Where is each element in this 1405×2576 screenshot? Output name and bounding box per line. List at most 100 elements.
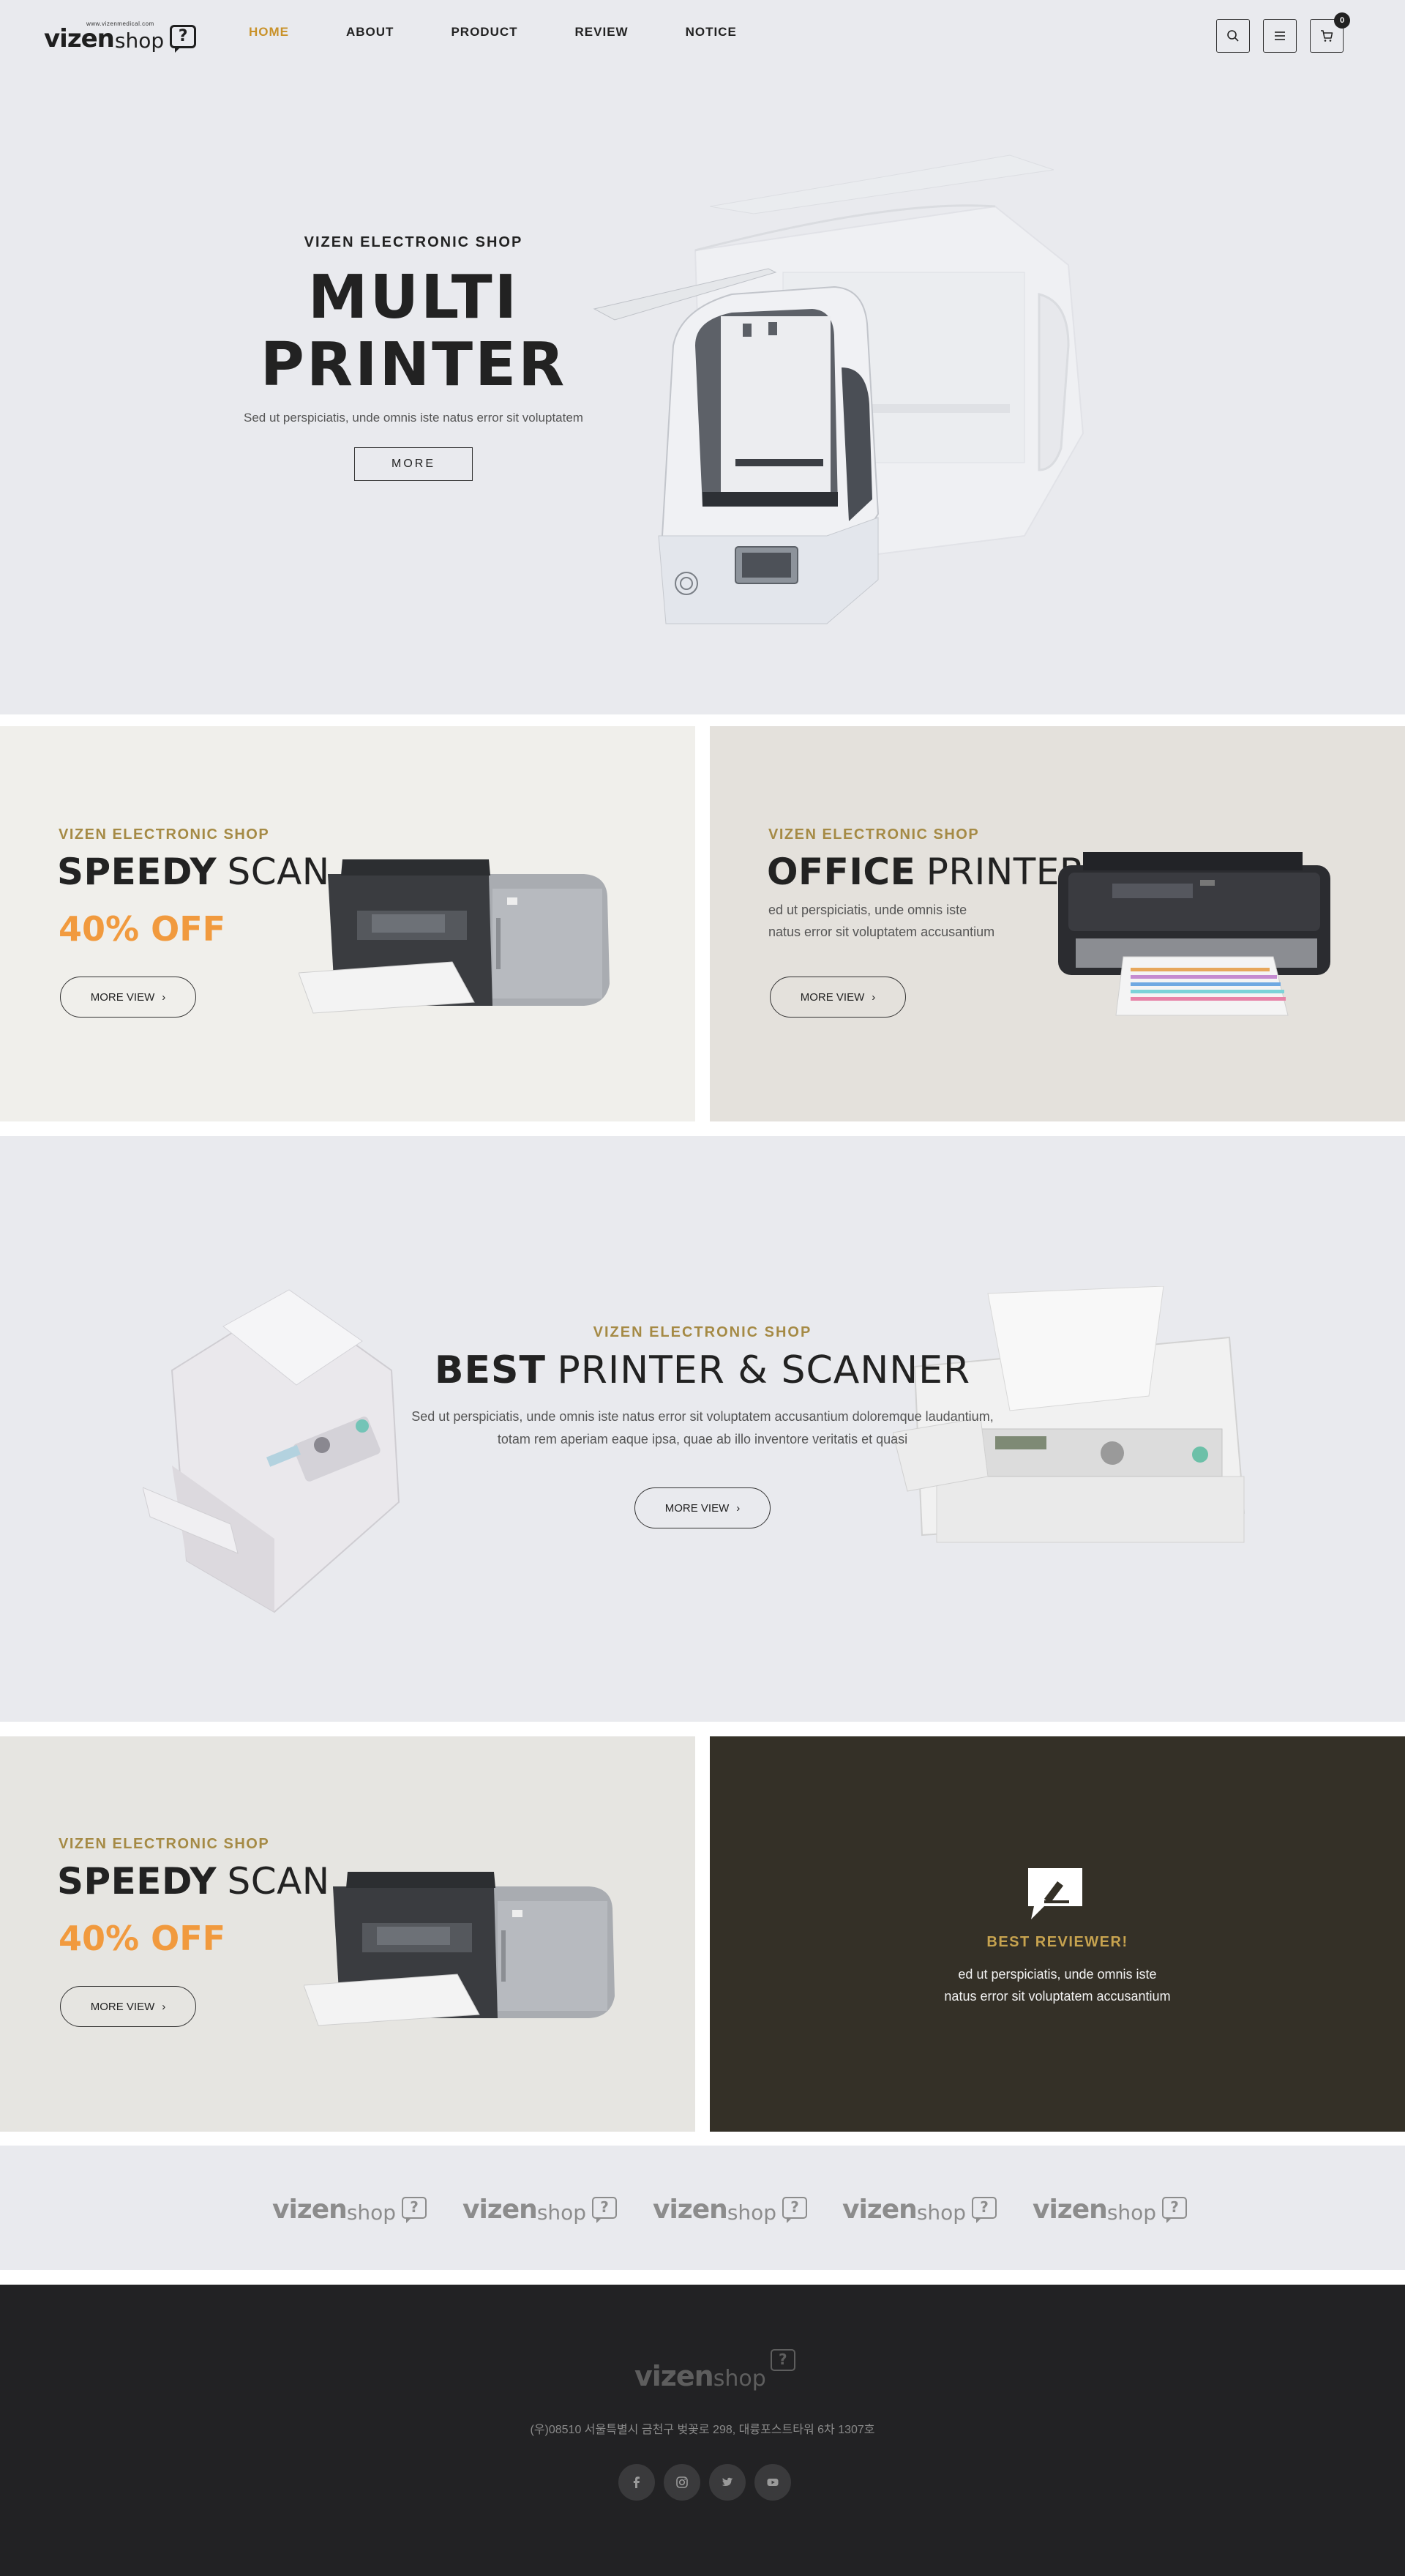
promo-title-bold: SPEEDY <box>57 851 217 893</box>
search-icon <box>1227 30 1239 42</box>
feature-title: BEST PRINTER & SCANNER <box>0 1348 1405 1392</box>
cart-button[interactable]: 0 <box>1310 12 1350 53</box>
twitter-icon <box>722 2477 733 2486</box>
site-header: www.vizenmedical.com vizen shop ? HOME A… <box>0 0 1405 67</box>
brand-wordmark-light: shop <box>536 2200 587 2225</box>
cart-icon <box>1321 30 1333 42</box>
promo-more-view-button[interactable]: MORE VIEW › <box>60 977 196 1018</box>
feature-description-line1: Sed ut perspiciatis, unde omnis iste nat… <box>411 1409 994 1424</box>
footer-logo[interactable]: vizen shop ? <box>634 2349 795 2392</box>
question-bubble-icon: ? <box>782 2197 808 2223</box>
search-button[interactable] <box>1216 19 1250 53</box>
hero-text-block: VIZEN ELECTRONIC SHOP MULTI PRINTER Sed … <box>220 234 607 481</box>
button-label: MORE VIEW <box>664 1501 730 1515</box>
reviewer-title: BEST REVIEWER! <box>986 1934 1128 1950</box>
brand-logo[interactable]: vizen shop? <box>272 2194 427 2223</box>
feature-description-line2: totam rem aperiam eaque ipsa, quae ab il… <box>497 1432 908 1446</box>
hero-section: VIZEN ELECTRONIC SHOP MULTI PRINTER Sed … <box>0 67 1405 714</box>
hero-title-line1: MULTI <box>307 263 520 332</box>
laser-printer-image <box>304 1872 615 2026</box>
facebook-icon <box>633 2476 640 2488</box>
nav-item-about[interactable]: ABOUT <box>346 25 394 40</box>
promo-more-view-button[interactable]: MORE VIEW › <box>770 977 906 1018</box>
brand-logo[interactable]: vizen shop? <box>1033 2194 1188 2225</box>
feature-title-bold: BEST <box>434 1348 546 1392</box>
nav-item-review[interactable]: REVIEW <box>575 25 629 40</box>
twitter-link[interactable] <box>709 2464 746 2501</box>
hero-description: Sed ut perspiciatis, unde omnis iste nat… <box>244 411 583 425</box>
best-printer-feature-section: VIZEN ELECTRONIC SHOP BEST PRINTER & SCA… <box>0 1136 1405 1722</box>
hero-kicker: VIZEN ELECTRONIC SHOP <box>304 234 523 250</box>
feature-description: Sed ut perspiciatis, unde omnis iste nat… <box>337 1405 1068 1451</box>
chevron-right-icon: › <box>736 1501 741 1515</box>
brand-logo[interactable]: vizen shop? <box>462 2194 618 2225</box>
social-links <box>618 2464 791 2501</box>
reviewer-description-line1: ed ut perspiciatis, unde omnis iste <box>958 1967 1157 1982</box>
brand-logo[interactable]: vizen shop? <box>842 2194 997 2223</box>
nav-item-notice[interactable]: NOTICE <box>686 25 737 40</box>
promo-title: OFFICE PRINTER <box>767 851 1085 893</box>
youtube-icon <box>767 2479 779 2486</box>
promo-speedy-scan-card-2: VIZEN ELECTRONIC SHOP SPEEDY SCAN 40% OF… <box>0 1736 695 2132</box>
site-logo[interactable]: www.vizenmedical.com vizen shop ? <box>44 16 197 53</box>
header-actions: 0 <box>1216 12 1350 53</box>
promo-description-line1: ed ut perspiciatis, unde omnis iste <box>768 903 967 917</box>
promo-more-view-button[interactable]: MORE VIEW › <box>60 1986 196 2027</box>
hero-3d-printer-image <box>593 154 1084 624</box>
promo-title: SPEEDY SCAN <box>57 1860 330 1903</box>
question-bubble-icon: ? <box>592 2197 618 2223</box>
promo-description-line2: natus error sit voluptatem accusantium <box>768 925 995 939</box>
nav-item-home[interactable]: HOME <box>249 25 289 40</box>
promo-discount: 40% OFF <box>59 1919 226 1958</box>
brand-wordmark-light: shop <box>916 2200 967 2225</box>
promo-speedy-scan-card: VIZEN ELECTRONIC SHOP SPEEDY SCAN 40% OF… <box>0 726 695 1121</box>
promo-title-bold: OFFICE <box>767 851 916 893</box>
footer-wordmark-bold: vizen <box>634 2360 714 2392</box>
brand-wordmark-light: shop <box>346 2200 397 2225</box>
brand-wordmark-bold: vizen <box>272 2195 348 2225</box>
promo-title-bold: SPEEDY <box>57 1860 217 1903</box>
logo-question-bubble-icon: ? <box>170 25 197 53</box>
instagram-link[interactable] <box>664 2464 700 2501</box>
youtube-link[interactable] <box>754 2464 791 2501</box>
chevron-right-icon: › <box>162 2000 166 2013</box>
instagram-icon <box>676 2476 688 2488</box>
logo-wordmark-bold: vizen <box>44 24 115 53</box>
promo-kicker: VIZEN ELECTRONIC SHOP <box>59 826 270 843</box>
reviewer-description-line2: natus error sit voluptatem accusantium <box>944 1989 1171 2004</box>
brand-wordmark-bold: vizen <box>462 2195 538 2225</box>
feature-kicker: VIZEN ELECTRONIC SHOP <box>593 1324 812 1340</box>
site-footer: vizen shop ? (우)08510 서울특별시 금천구 벚꽃로 298,… <box>0 2285 1405 2576</box>
hero-title-line2: PRINTER <box>260 330 567 400</box>
cart-count-badge: 0 <box>1334 12 1350 29</box>
question-bubble-icon: ? <box>1162 2197 1188 2223</box>
promo-kicker: VIZEN ELECTRONIC SHOP <box>59 1836 270 1852</box>
inkjet-printer-image <box>1058 852 1330 1016</box>
brand-logo[interactable]: vizen shop? <box>653 2194 808 2225</box>
facebook-link[interactable] <box>618 2464 655 2501</box>
best-reviewer-card[interactable]: BEST REVIEWER! ed ut perspiciatis, unde … <box>710 1736 1405 2132</box>
button-label: MORE VIEW <box>800 990 865 1004</box>
feature-more-view-button[interactable]: MORE VIEW › <box>634 1487 771 1528</box>
footer-wordmark-light: shop <box>713 2366 766 2392</box>
brand-wordmark-light: shop <box>727 2200 777 2225</box>
brand-wordmark-bold: vizen <box>1033 2195 1108 2225</box>
brand-logos-strip: vizen shop? vizen shop? vizen shop? vizen sh… <box>0 2146 1405 2270</box>
pen-chat-icon <box>1028 1868 1082 1919</box>
promo-description: ed ut perspiciatis, unde omnis iste natu… <box>768 899 994 943</box>
laser-printer-image <box>299 859 610 1014</box>
promo-discount: 40% OFF <box>59 909 226 949</box>
brand-wordmark-bold: vizen <box>653 2195 728 2225</box>
logo-wordmark-light: shop <box>114 29 165 53</box>
menu-button[interactable] <box>1263 19 1297 53</box>
question-bubble-icon: ? <box>770 2349 795 2371</box>
nav-item-product[interactable]: PRODUCT <box>451 25 517 40</box>
button-label: MORE VIEW <box>90 2000 155 2013</box>
footer-address: (우)08510 서울특별시 금천구 벚꽃로 298, 대륭포스트타워 6차 1… <box>530 2424 875 2436</box>
logo-url: www.vizenmedical.com <box>86 20 154 27</box>
menu-icon <box>1275 31 1285 40</box>
brand-wordmark-bold: vizen <box>842 2195 918 2225</box>
question-bubble-icon: ? <box>402 2197 427 2223</box>
hero-title: MULTI PRINTER <box>220 264 607 399</box>
hero-more-button[interactable]: MORE <box>354 447 473 481</box>
